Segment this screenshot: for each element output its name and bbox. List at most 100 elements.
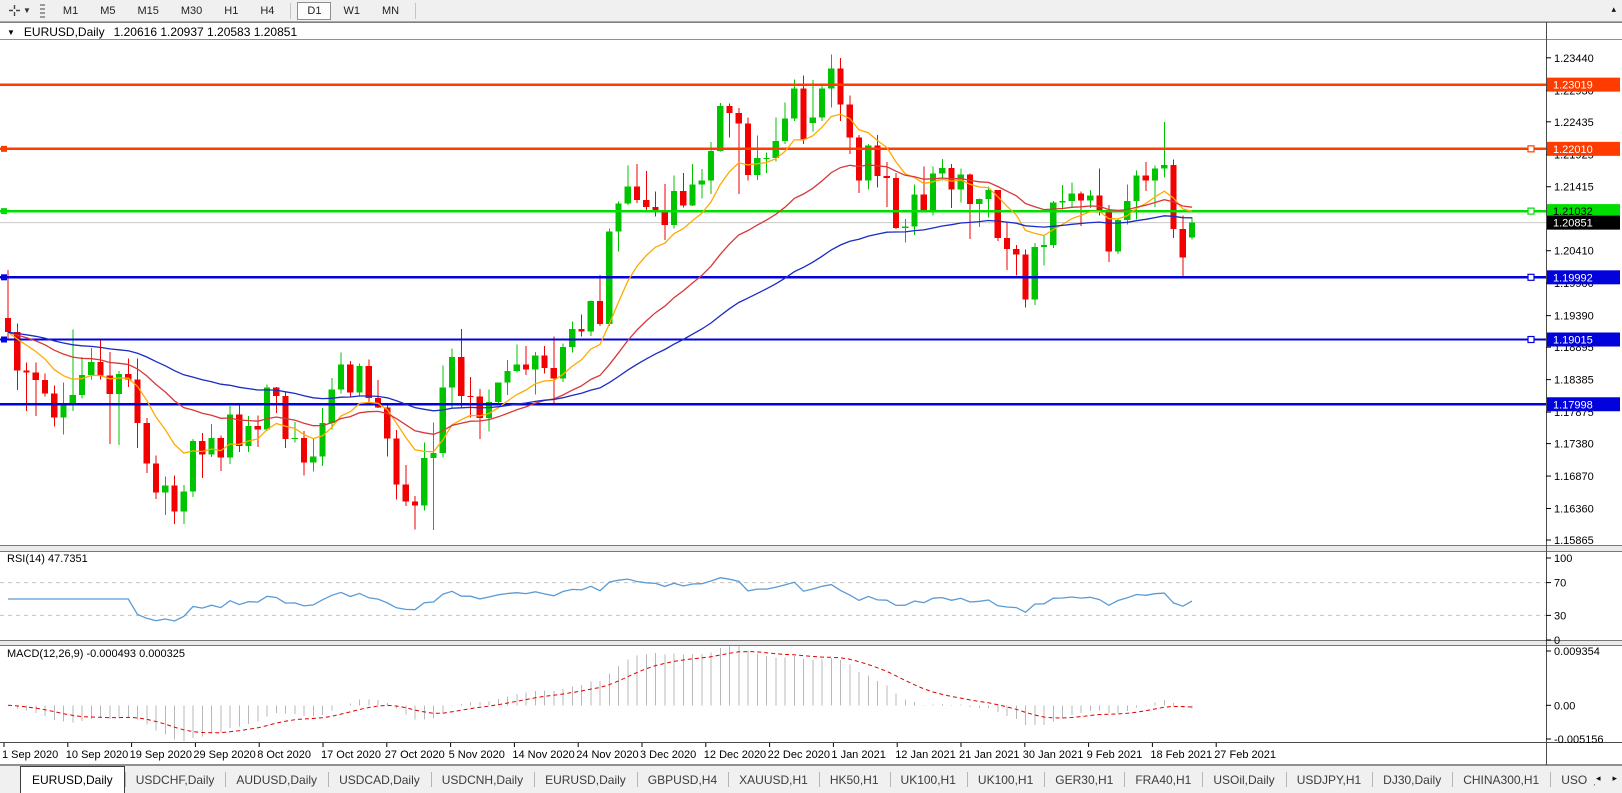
price-tick-label: 1.17380 <box>1554 439 1594 451</box>
candle <box>670 190 678 226</box>
candle <box>550 367 557 379</box>
candle <box>892 178 900 228</box>
candle <box>217 437 224 458</box>
price-tick-label: 1.16360 <box>1554 504 1594 516</box>
candle <box>23 370 30 373</box>
price-badge: 1.23019 <box>1553 80 1593 92</box>
candle <box>88 362 95 375</box>
candle <box>143 423 150 464</box>
hlines <box>0 83 1546 406</box>
candle <box>920 194 927 210</box>
candle <box>754 157 761 175</box>
candle <box>448 357 456 388</box>
candle <box>541 355 548 368</box>
tab-uk100-h1-10[interactable]: UK100,H1 <box>966 766 1044 793</box>
candle <box>643 199 650 207</box>
tab-usoil-daily-13[interactable]: USOil,Daily <box>1202 766 1285 793</box>
candle <box>569 329 576 347</box>
price-badge: 1.17998 <box>1553 399 1593 411</box>
price-badge: 1.22010 <box>1553 144 1593 156</box>
date-label: 12 Jan 2021 <box>895 749 956 761</box>
candle <box>208 437 215 455</box>
candle <box>495 382 502 403</box>
candle <box>1013 248 1020 255</box>
candle <box>254 425 261 430</box>
chart-tab-bar: EURUSD,Daily USDCHF,Daily AUDUSD,Daily USDC… <box>0 765 1622 793</box>
chart-title: ▼ EURUSD,Daily 1.20616 1.20937 1.20583 1.2… <box>7 25 297 39</box>
candle <box>707 150 715 181</box>
candle <box>985 190 992 200</box>
candle <box>1087 195 1094 201</box>
tab-dj30-daily-15[interactable]: DJ30,Daily <box>1372 766 1452 793</box>
candle <box>763 157 770 159</box>
window-menu-icon[interactable]: ▼ <box>7 28 15 37</box>
candle <box>393 438 400 485</box>
tab-china300-h1-16[interactable]: CHINA300,H1 <box>1452 766 1550 793</box>
candle <box>781 118 789 142</box>
tab-usdcad-daily-3[interactable]: USDCAD,Daily <box>328 766 431 793</box>
candle <box>180 491 187 512</box>
tab-usdjpy-h1-14[interactable]: USDJPY,H1 <box>1285 766 1372 793</box>
candle <box>300 437 308 463</box>
candle <box>800 88 807 140</box>
candle <box>532 355 539 370</box>
candle <box>865 145 872 181</box>
tab-hk50-h1-8[interactable]: HK50,H1 <box>818 766 890 793</box>
candle <box>1179 229 1186 258</box>
candle <box>152 463 160 493</box>
tab-usdcnh-daily-4[interactable]: USDCNH,Daily <box>430 766 534 793</box>
candle <box>41 379 49 394</box>
price-tick-label: 1.23440 <box>1554 53 1594 65</box>
candle <box>976 199 983 205</box>
candle <box>1133 175 1140 202</box>
tabs-scroll-left-icon[interactable]: ◂ <box>1596 773 1601 784</box>
tab-gbpusd-h4-6[interactable]: GBPUSD,H4 <box>636 766 728 793</box>
macd-panel: 0.009354 0.00 -0.005156 <box>7 646 1604 746</box>
candle <box>458 357 465 396</box>
date-label: 17 Oct 2020 <box>321 749 381 761</box>
candle <box>199 441 206 455</box>
panel-borders <box>0 22 1622 765</box>
candle <box>1142 175 1149 181</box>
price-badge: 1.19015 <box>1553 335 1593 347</box>
date-label: 1 Sep 2020 <box>2 749 58 761</box>
tab-fra40-h1-12[interactable]: FRA40,H1 <box>1124 766 1202 793</box>
price-badge: 1.20851 <box>1553 218 1593 230</box>
candle <box>698 180 705 185</box>
candle <box>162 485 169 493</box>
candle <box>273 387 280 396</box>
candle <box>818 88 826 118</box>
price-tick-label: 1.16870 <box>1554 471 1594 483</box>
date-label: 8 Oct 2020 <box>257 749 311 761</box>
tab-eurusd-daily-0[interactable]: EURUSD,Daily <box>20 766 125 793</box>
candle <box>467 395 474 397</box>
candle <box>902 226 909 228</box>
candle <box>1151 168 1159 181</box>
date-label: 12 Dec 2020 <box>704 749 766 761</box>
tab-eurusd-daily-5[interactable]: EURUSD,Daily <box>534 766 637 793</box>
tab-ger30-h1-11[interactable]: GER30,H1 <box>1044 766 1124 793</box>
candle <box>633 186 641 200</box>
candle <box>874 145 881 177</box>
candle <box>726 106 733 114</box>
tab-uk100-h1-9[interactable]: UK100,H1 <box>889 766 967 793</box>
candle <box>337 364 345 390</box>
tab-xauusd-h1-7[interactable]: XAUUSD,H1 <box>728 766 819 793</box>
chart-canvas[interactable]: 1.234401.229301.224351.219251.214151.204… <box>0 0 1622 765</box>
candle <box>680 190 687 206</box>
candle <box>430 453 437 459</box>
candle <box>504 371 511 383</box>
price-tick-label: 1.18385 <box>1554 375 1594 387</box>
candle <box>717 106 724 151</box>
date-label: 30 Jan 2021 <box>1023 749 1084 761</box>
tabs-scroll-right-icon[interactable]: ▸ <box>1612 773 1617 784</box>
tab-audusd-daily-2[interactable]: AUDUSD,Daily <box>225 766 328 793</box>
candle <box>319 423 326 457</box>
price-axis: 1.234401.229301.224351.219251.214151.204… <box>1546 53 1594 547</box>
date-label: 19 Sep 2020 <box>130 749 192 761</box>
date-label: 10 Sep 2020 <box>66 749 128 761</box>
price-tick-label: 1.22435 <box>1554 117 1594 129</box>
candle <box>411 501 419 506</box>
price-tick-label: 1.19390 <box>1554 311 1594 323</box>
tab-usdchf-daily-1[interactable]: USDCHF,Daily <box>124 766 226 793</box>
